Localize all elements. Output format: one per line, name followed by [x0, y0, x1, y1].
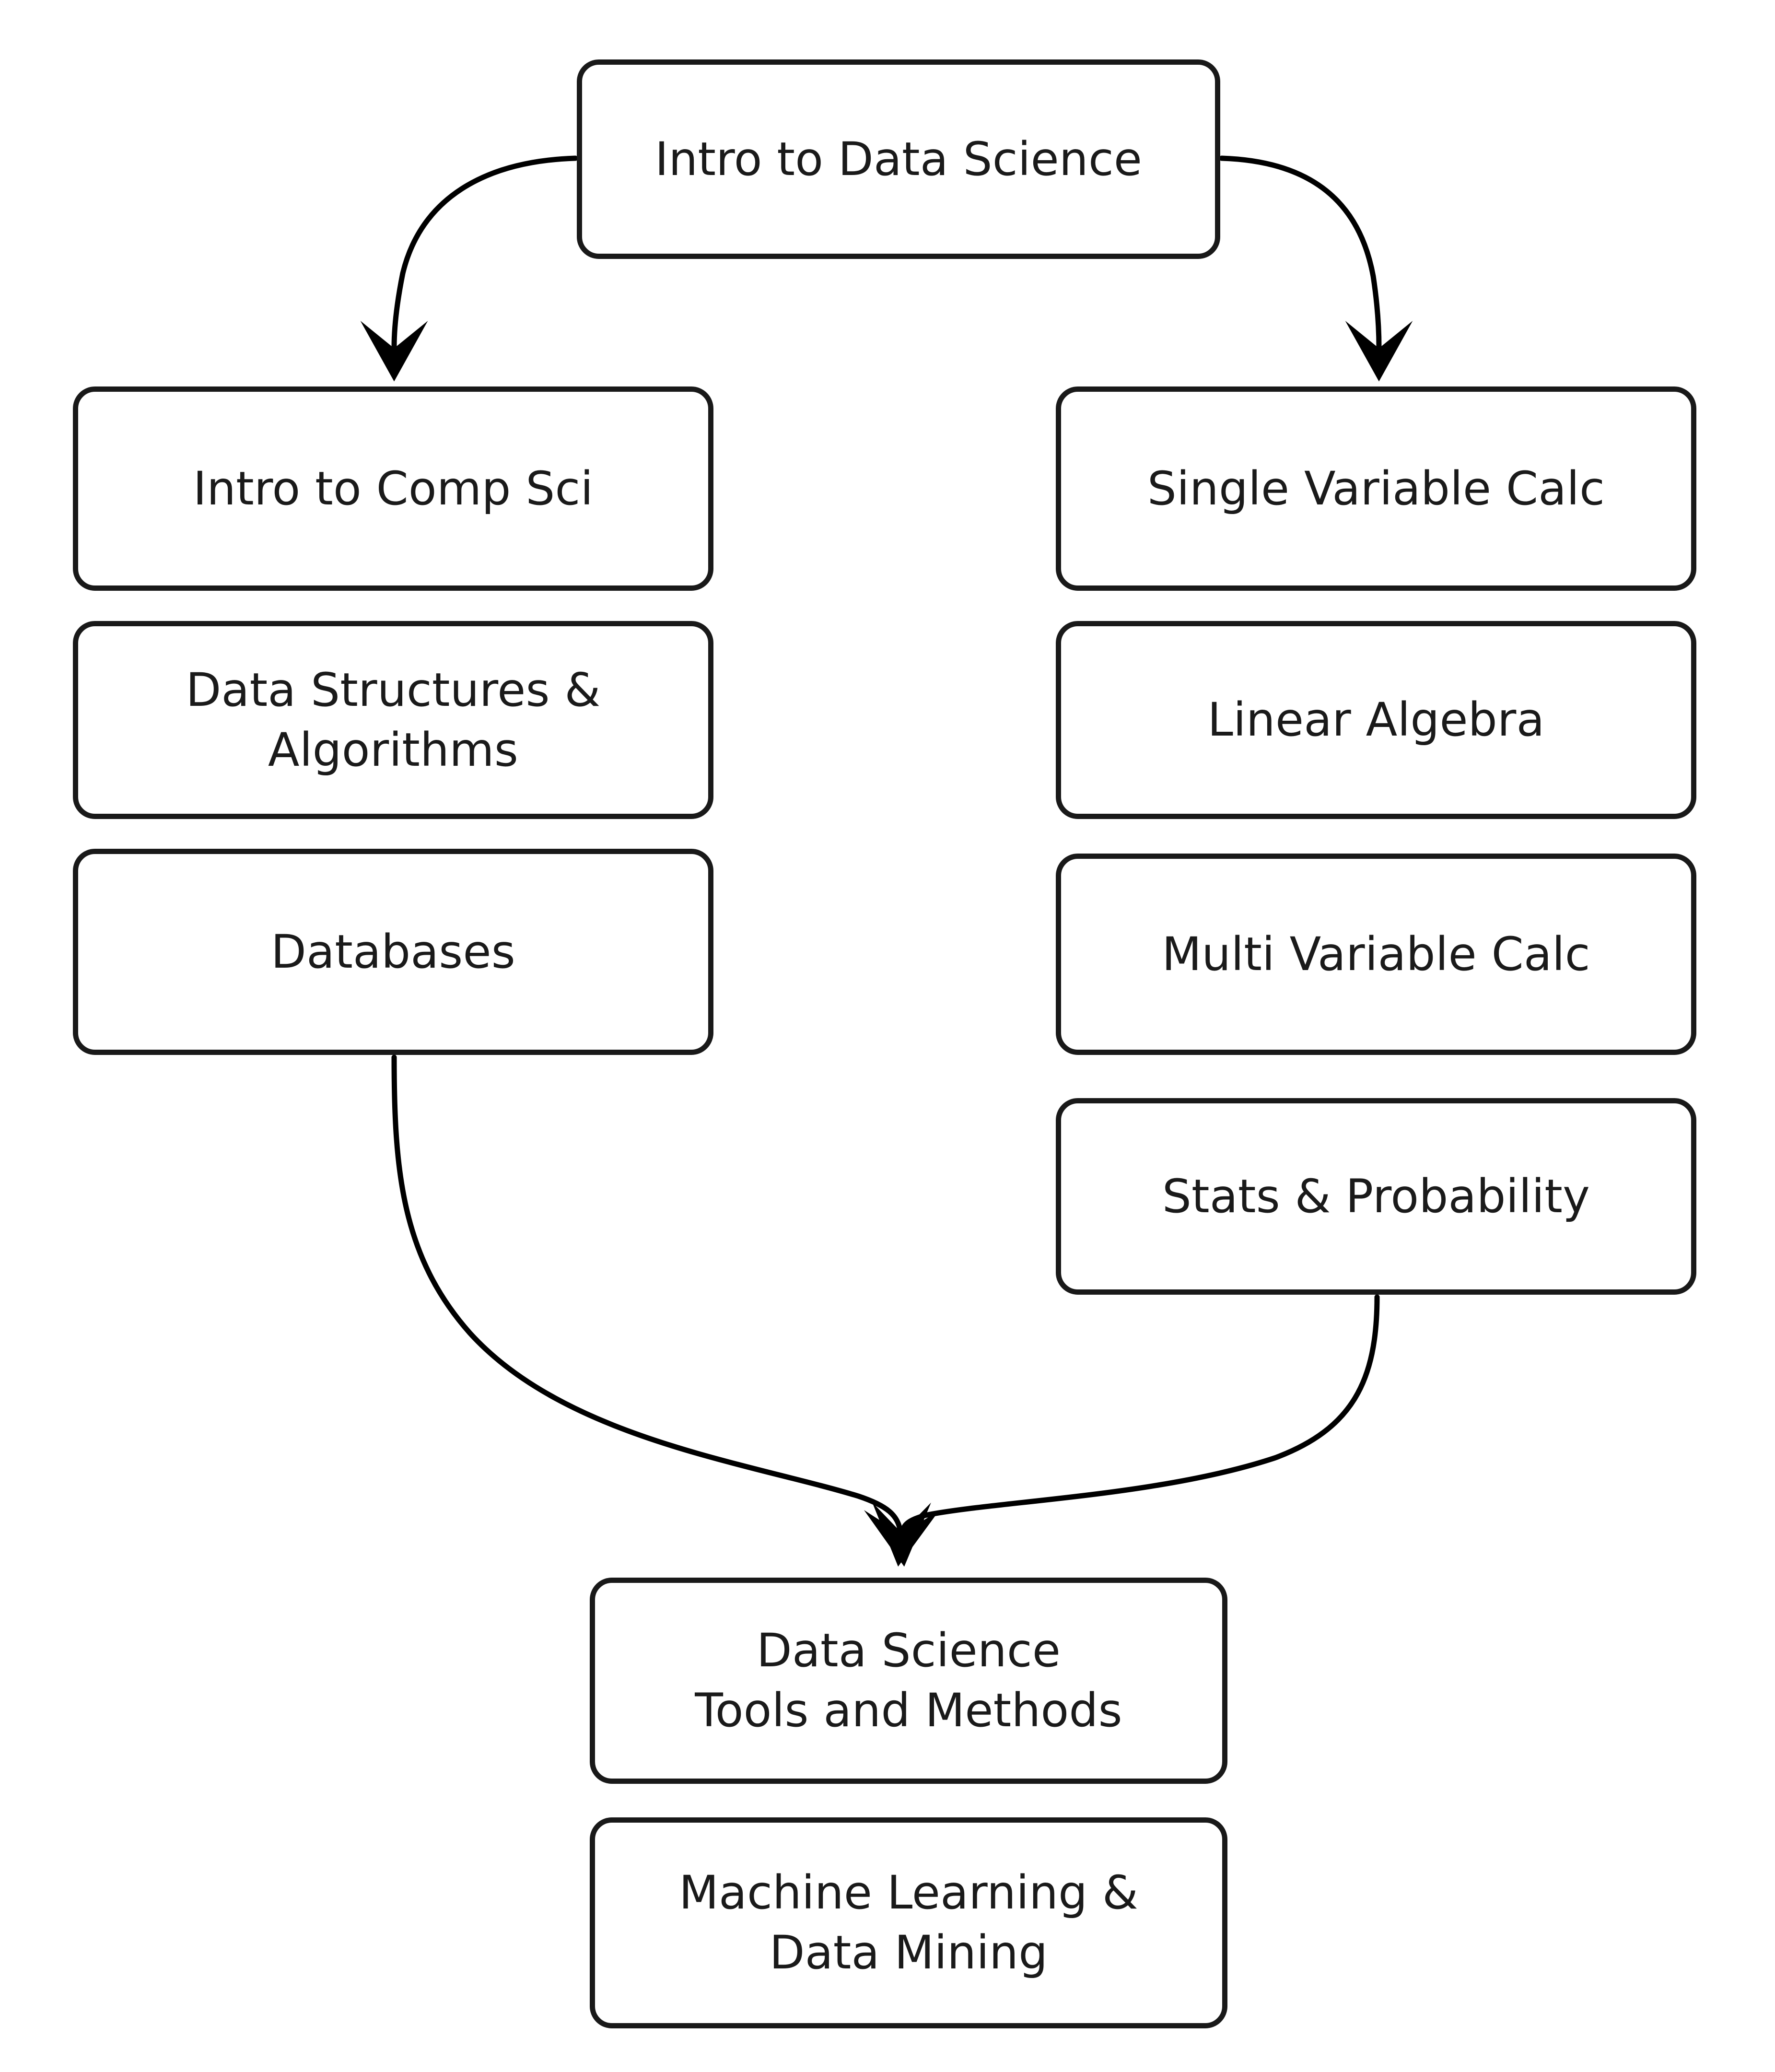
node-stats-probability[interactable]: Stats & Probability — [1056, 1098, 1696, 1295]
node-label: Intro to Data Science — [654, 132, 1143, 186]
node-label: Data Science Tools and Methods — [695, 1624, 1122, 1737]
node-label: Databases — [271, 925, 515, 979]
node-databases[interactable]: Databases — [73, 849, 713, 1055]
node-label: Stats & Probability — [1162, 1169, 1590, 1223]
node-label: Data Structures & Algorithms — [186, 663, 601, 777]
node-multi-variable-calc[interactable]: Multi Variable Calc — [1056, 854, 1696, 1055]
node-intro-data-science[interactable]: Intro to Data Science — [577, 59, 1220, 259]
node-label: Linear Algebra — [1207, 693, 1545, 747]
flowchart-canvas: Intro to Data Science Intro to Comp Sci … — [0, 0, 1775, 2072]
node-machine-learning-data-mining[interactable]: Machine Learning & Data Mining — [590, 1817, 1227, 2028]
edge-intro-to-singlecalc — [1219, 155, 1413, 382]
edge-databases-to-tools — [391, 1054, 931, 1567]
node-label: Machine Learning & Data Mining — [678, 1866, 1139, 1979]
node-linear-algebra[interactable]: Linear Algebra — [1056, 621, 1696, 819]
node-data-science-tools-methods[interactable]: Data Science Tools and Methods — [590, 1578, 1227, 1784]
node-label: Single Variable Calc — [1147, 461, 1605, 515]
edge-stats-to-tools — [872, 1294, 1380, 1567]
node-intro-comp-sci[interactable]: Intro to Comp Sci — [73, 386, 713, 591]
node-label: Intro to Comp Sci — [193, 461, 594, 515]
edge-intro-to-compsci — [360, 155, 578, 382]
node-label: Multi Variable Calc — [1162, 927, 1590, 981]
node-single-variable-calc[interactable]: Single Variable Calc — [1056, 386, 1696, 591]
node-data-structures-algorithms[interactable]: Data Structures & Algorithms — [73, 621, 713, 819]
